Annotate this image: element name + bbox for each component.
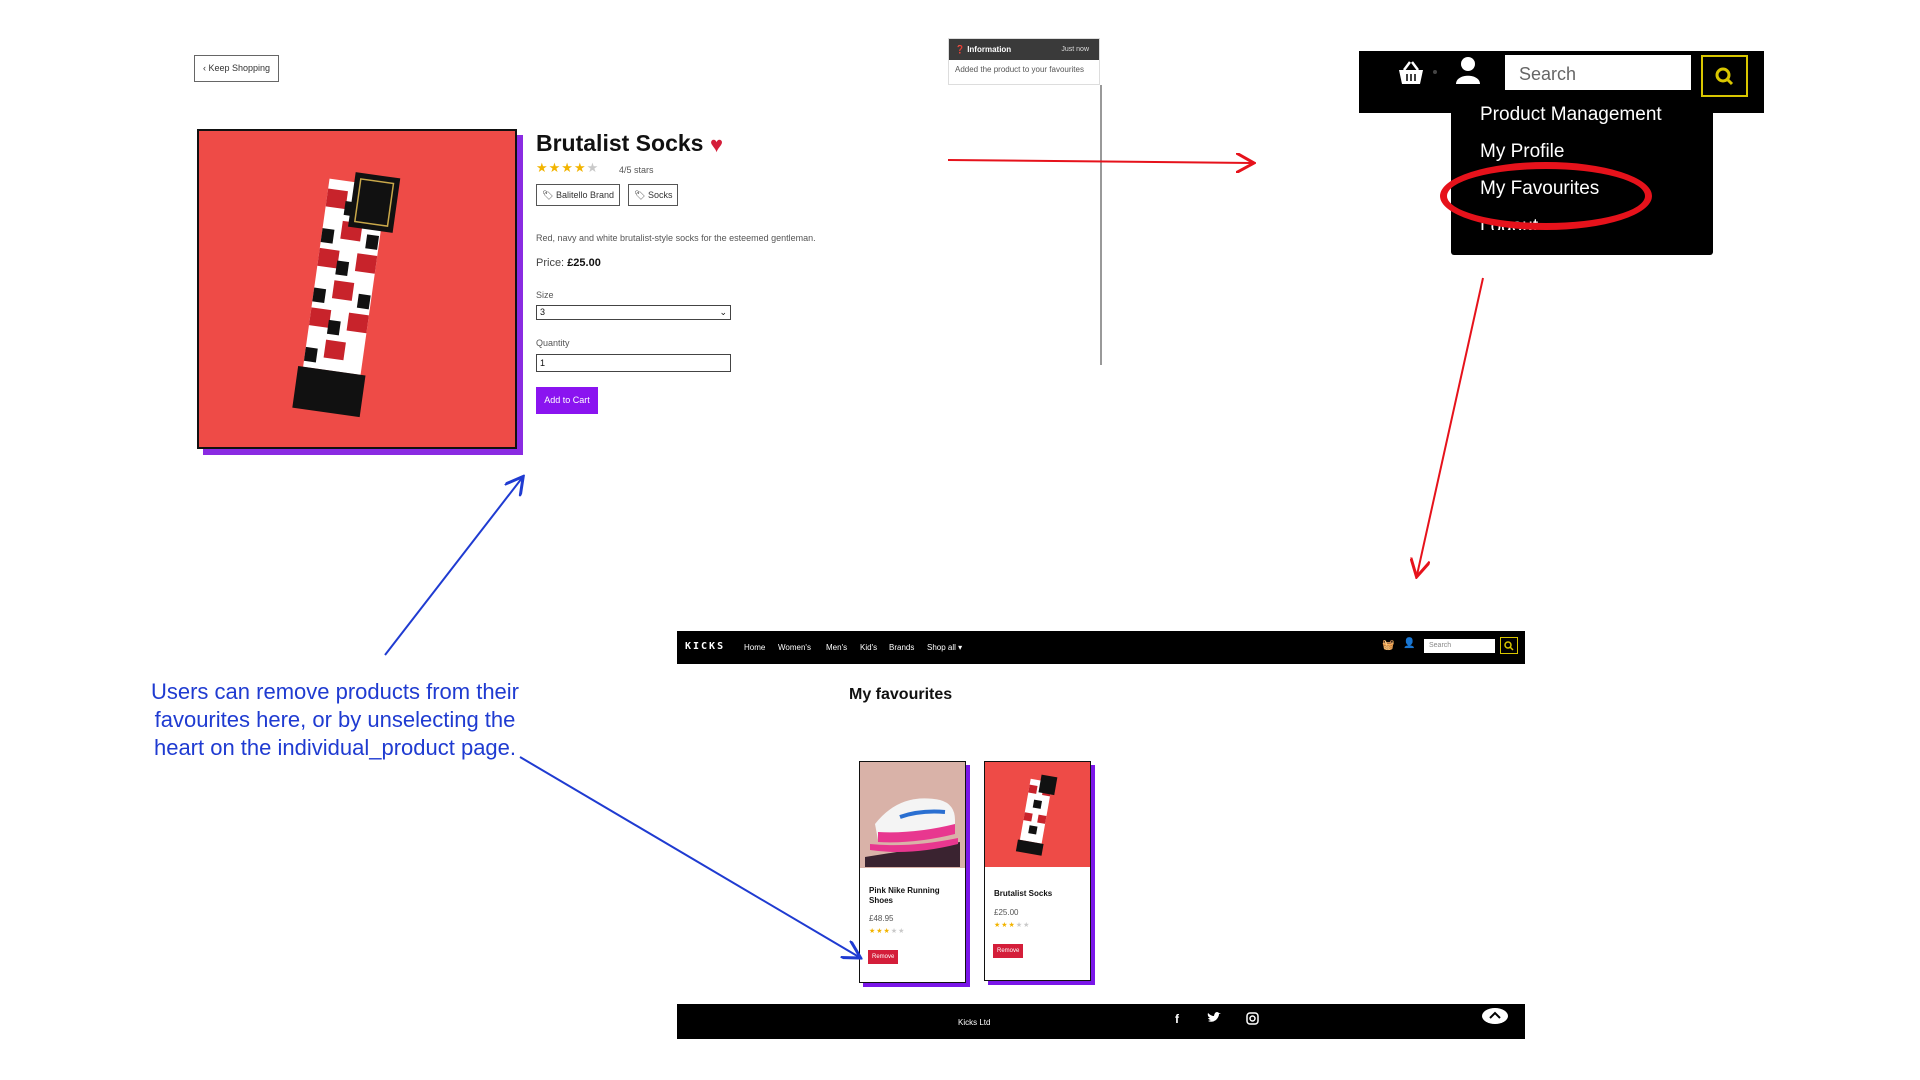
separator-dot (1433, 70, 1437, 74)
nav-brands[interactable]: Brands (889, 643, 914, 652)
nav-home[interactable]: Home (744, 643, 765, 652)
card-image-socks (985, 762, 1090, 867)
toast-title: Information (967, 45, 1012, 54)
product-title: Brutalist Socks (536, 130, 704, 156)
shoe-illustration (860, 762, 965, 868)
site-logo[interactable]: KICKS (685, 641, 725, 652)
product-image (197, 129, 523, 455)
zoomed-search-input[interactable]: Search (1505, 55, 1691, 90)
product-rating-text: 4/5 stars (619, 165, 654, 175)
nav-shop-all[interactable]: Shop all ▾ (927, 643, 962, 652)
socks-illustration (199, 131, 515, 447)
tag-category-label: Socks (647, 190, 673, 200)
nav-womens[interactable]: Women's (778, 643, 811, 652)
tag-brand-label: Balitello Brand (555, 190, 614, 200)
chevron-down-icon: ⌄ (719, 307, 727, 317)
remove-button[interactable]: Remove (868, 950, 899, 964)
product-photo (197, 129, 517, 449)
product-description: Red, navy and white brutalist-style sock… (536, 233, 816, 243)
card-price: £25.00 (994, 908, 1019, 917)
zoomed-search-button[interactable] (1701, 55, 1748, 97)
size-select[interactable]: 3 ⌄ (536, 305, 731, 320)
favourites-title: My favourites (849, 686, 953, 703)
small-basket-icon[interactable]: 🧺 (1382, 640, 1394, 651)
annotation-text: Users can remove products from their fav… (150, 679, 520, 760)
facebook-icon[interactable]: f (1175, 1012, 1179, 1026)
price-value: £25.00 (567, 257, 601, 269)
small-user-icon[interactable]: 👤 (1403, 638, 1415, 649)
favourite-heart-icon[interactable]: ♥ (710, 132, 723, 158)
user-icon[interactable] (1455, 56, 1481, 84)
size-label: Size (536, 290, 554, 300)
card-title: Brutalist Socks (994, 889, 1053, 898)
search-icon (1715, 67, 1734, 86)
remove-button[interactable]: Remove (993, 944, 1024, 958)
nav-kids[interactable]: Kid's (860, 643, 877, 652)
tag-category[interactable]: 🏷 Socks (628, 184, 679, 206)
small-search-button[interactable] (1500, 637, 1518, 654)
toast-header: ❓ Information Just now (949, 39, 1099, 60)
toast-time: Just now (1061, 46, 1089, 53)
card-body: Brutalist Socks £25.00 ★★★★★ Remove (984, 761, 1091, 981)
highlight-oval (1440, 162, 1652, 230)
footer-copyright: Kicks Ltd (958, 1018, 991, 1027)
small-search-icon (1504, 641, 1514, 651)
favourite-card[interactable]: Pink Nike Running Shoes £48.95 ★★★★★ Rem… (859, 761, 970, 987)
card-title: Pink Nike Running Shoes (869, 886, 940, 905)
menu-my-profile[interactable]: My Profile (1480, 141, 1564, 161)
site-footer (677, 1004, 1525, 1039)
card-rating-stars: ★★★★★ (869, 928, 906, 935)
arrow-to-product-page (384, 478, 522, 656)
quantity-label: Quantity (536, 338, 570, 348)
add-to-cart-button[interactable]: Add to Cart (536, 387, 598, 414)
toast-message: Added the product to your favourites (955, 65, 1084, 74)
basket-icon[interactable] (1396, 60, 1426, 86)
keep-shopping-button[interactable]: ‹ Keep Shopping (194, 55, 279, 82)
scrollbar[interactable] (1100, 85, 1102, 365)
card-rating-stars: ★★★★★ (994, 922, 1031, 929)
product-rating-stars: ★★★★★ (536, 160, 600, 175)
instagram-icon[interactable] (1246, 1012, 1259, 1025)
size-value: 3 (540, 307, 546, 317)
card-body: Pink Nike Running Shoes £48.95 ★★★★★ Rem… (859, 761, 966, 983)
price-label: Price: (536, 257, 565, 269)
keep-shopping-label: Keep Shopping (208, 63, 271, 73)
chevron-up-icon (1489, 1011, 1501, 1019)
information-toast: ❓ Information Just now Added the product … (948, 38, 1100, 85)
nav-mens[interactable]: Men's (826, 643, 847, 652)
back-to-top-button[interactable] (1482, 1008, 1508, 1024)
favourite-card[interactable]: Brutalist Socks £25.00 ★★★★★ Remove (984, 761, 1095, 986)
arrow-to-remove-button (519, 756, 859, 957)
quantity-input[interactable]: 1 (536, 354, 731, 372)
product-price: Price: £25.00 (536, 257, 601, 269)
twitter-icon[interactable] (1207, 1012, 1221, 1024)
socks-thumbnail (985, 762, 1090, 867)
menu-product-management[interactable]: Product Management (1480, 104, 1662, 126)
tag-brand[interactable]: 🏷 Balitello Brand (536, 184, 620, 206)
small-search-input[interactable]: Search (1424, 639, 1495, 653)
card-image-shoes (860, 762, 965, 868)
card-price: £48.95 (869, 914, 894, 923)
arrow-menu-to-favourites (1417, 277, 1484, 575)
